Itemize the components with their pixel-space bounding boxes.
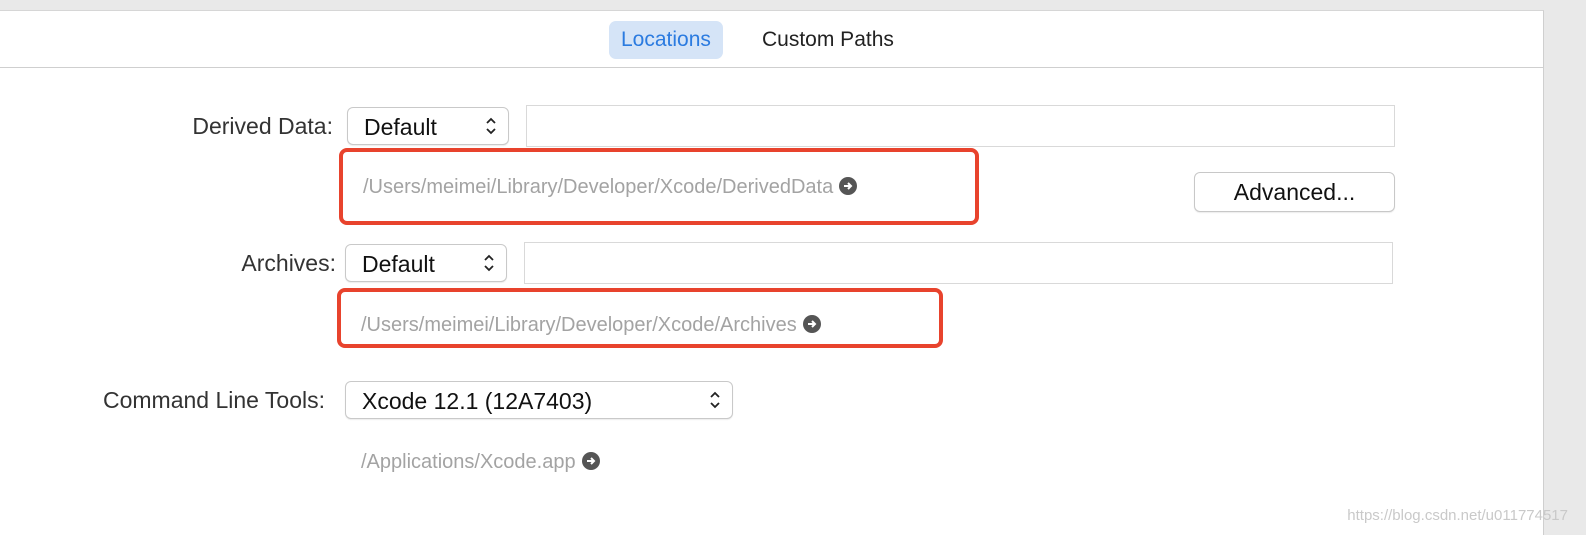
command-line-tools-popup-value: Xcode 12.1 (12A7403) xyxy=(362,388,593,414)
derived-data-custom-field[interactable] xyxy=(526,105,1395,147)
derived-data-highlight-box xyxy=(339,148,979,225)
up-down-chevron-icon xyxy=(484,254,494,272)
archives-popup-value: Default xyxy=(362,251,435,277)
archives-highlight-box xyxy=(337,288,943,348)
archives-custom-field[interactable] xyxy=(524,242,1393,284)
advanced-button[interactable]: Advanced... xyxy=(1194,172,1395,212)
command-line-tools-label: Command Line Tools: xyxy=(102,387,325,413)
derived-data-label: Derived Data: xyxy=(192,113,333,139)
derived-data-popup-value: Default xyxy=(364,114,437,140)
tab-custom-paths[interactable]: Custom Paths xyxy=(750,21,906,59)
locations-panel: Derived Data: Default /Users/meimei/Libr… xyxy=(0,68,1543,535)
derived-data-popup[interactable]: Default xyxy=(347,107,509,145)
command-line-tools-path: /Applications/Xcode.app xyxy=(361,449,600,475)
up-down-chevron-icon xyxy=(486,117,496,135)
arrow-circle-right-icon[interactable] xyxy=(581,452,600,470)
watermark: https://blog.csdn.net/u011774517 xyxy=(1347,507,1568,524)
command-line-tools-path-text: /Applications/Xcode.app xyxy=(361,451,576,473)
archives-popup[interactable]: Default xyxy=(345,244,507,282)
tab-locations[interactable]: Locations xyxy=(609,21,723,59)
preferences-window: Locations Custom Paths Derived Data: Def… xyxy=(0,10,1544,535)
command-line-tools-popup[interactable]: Xcode 12.1 (12A7403) xyxy=(345,381,733,419)
tab-bar: Locations Custom Paths xyxy=(0,11,1543,68)
up-down-chevron-icon xyxy=(710,391,720,409)
archives-label: Archives: xyxy=(241,250,336,276)
